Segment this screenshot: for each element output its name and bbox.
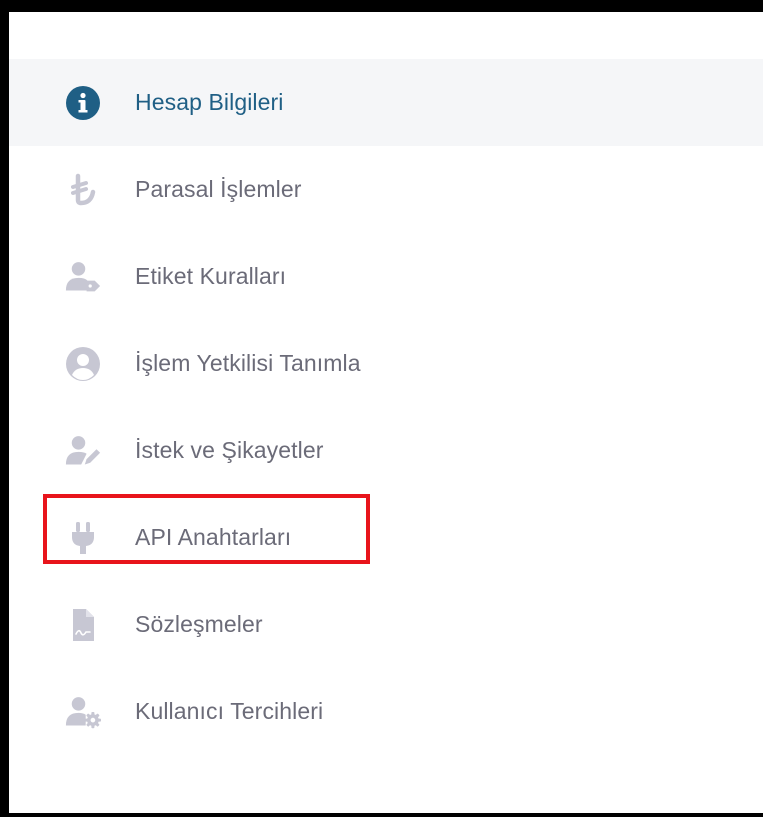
user-circle-icon <box>65 346 101 382</box>
menu-item-istek-ve-sikayetler[interactable]: İstek ve Şikayetler <box>9 407 763 494</box>
menu-item-parasal-islemler[interactable]: Parasal İşlemler <box>9 146 763 233</box>
user-edit-icon <box>65 433 101 469</box>
settings-panel: Hesap Bilgileri Parasal İşlemler Etiket … <box>9 12 763 813</box>
user-tag-icon <box>65 259 101 295</box>
menu-item-label: Kullanıcı Tercihleri <box>135 698 324 724</box>
menu-item-label: İstek ve Şikayetler <box>135 437 324 463</box>
menu-item-etiket-kurallari[interactable]: Etiket Kuralları <box>9 233 763 320</box>
menu-item-hesap-bilgileri[interactable]: Hesap Bilgileri <box>9 59 763 146</box>
user-cog-icon <box>65 694 101 730</box>
turkish-lira-icon <box>65 172 101 208</box>
menu-item-label: Etiket Kuralları <box>135 263 287 289</box>
plug-icon <box>65 520 101 556</box>
menu-item-kullanici-tercihleri[interactable]: Kullanıcı Tercihleri <box>9 668 763 755</box>
menu-item-islem-yetkilisi-tanimla[interactable]: İşlem Yetkilisi Tanımla <box>9 320 763 407</box>
menu-item-label: İşlem Yetkilisi Tanımla <box>135 350 361 376</box>
menu-item-label: Hesap Bilgileri <box>135 89 284 115</box>
menu-item-label: Sözleşmeler <box>135 611 263 637</box>
menu-item-api-anahtarlari[interactable]: API Anahtarları <box>9 494 763 581</box>
menu-item-sozlesmeler[interactable]: Sözleşmeler <box>9 581 763 668</box>
info-circle-icon <box>65 85 101 121</box>
menu-item-label: Parasal İşlemler <box>135 176 302 202</box>
settings-menu: Hesap Bilgileri Parasal İşlemler Etiket … <box>9 59 763 755</box>
menu-item-label: API Anahtarları <box>135 524 292 550</box>
contract-file-icon <box>65 607 101 643</box>
